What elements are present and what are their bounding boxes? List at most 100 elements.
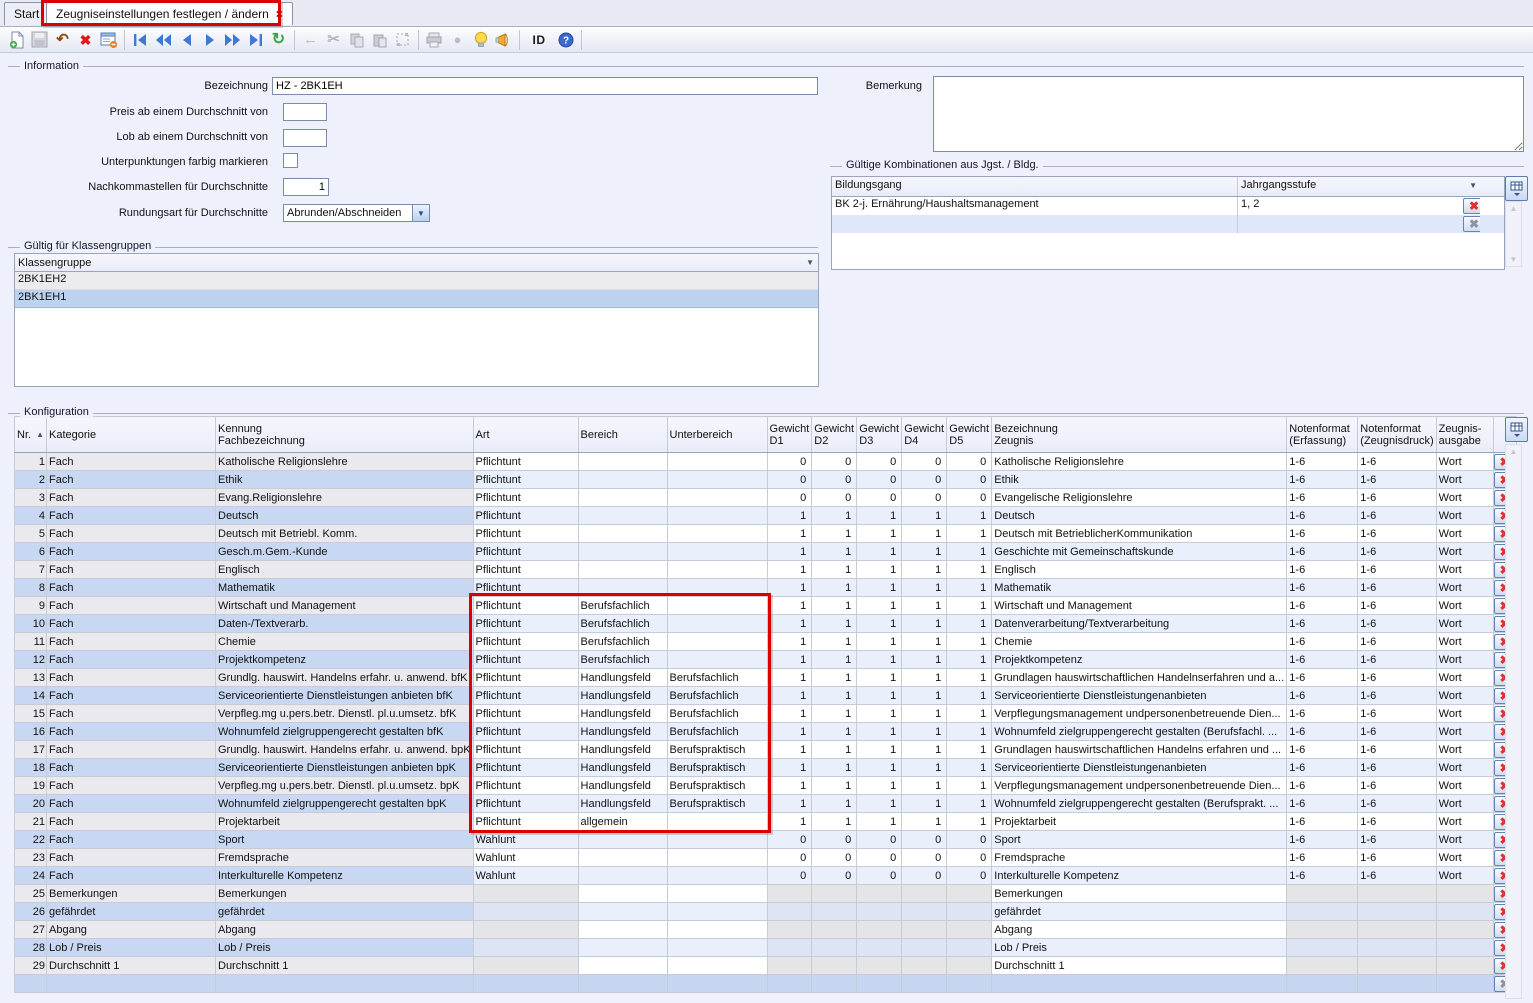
cell-notenformat-erfassung[interactable]: 1-6 [1287,633,1358,651]
cell-gewicht-d3[interactable] [857,903,902,921]
cell-gewicht-d5[interactable]: 1 [947,777,992,795]
cell-notenformat-erfassung[interactable]: 1-6 [1287,669,1358,687]
cell-gewicht-d2[interactable]: 0 [812,489,857,507]
bezeichnung-input[interactable] [272,77,818,95]
cell-unterbereich[interactable] [667,921,767,939]
cell-zeugnis[interactable]: Chemie [992,633,1287,651]
cell-art[interactable]: Pflichtunt [473,597,578,615]
table-row[interactable]: 8FachMathematikPflichtunt11111Mathematik… [15,579,1517,597]
chevron-down-icon[interactable]: ▼ [412,205,429,221]
cell-notenformat-erfassung[interactable]: 1-6 [1287,615,1358,633]
table-row[interactable]: 19FachVerpfleg.mg u.pers.betr. Dienstl. … [15,777,1517,795]
cell-notenformat-zeugnisdruck[interactable]: 1-6 [1358,831,1436,849]
cell-notenformat-zeugnisdruck[interactable]: 1-6 [1358,741,1436,759]
cell-gewicht-d4[interactable]: 1 [902,705,947,723]
cell-unterbereich[interactable] [667,597,767,615]
cell-notenformat-erfassung[interactable]: 1-6 [1287,759,1358,777]
cell-unterbereich[interactable] [667,885,767,903]
cell-notenformat-erfassung[interactable]: 1-6 [1287,453,1358,471]
cell-art[interactable]: Wahlunt [473,849,578,867]
cell-gewicht-d4[interactable]: 0 [902,471,947,489]
cell-gewicht-d5[interactable]: 1 [947,561,992,579]
cell-gewicht-d1[interactable]: 1 [767,543,812,561]
column-header-jahrgangsstufe[interactable]: Jahrgangsstufe [1238,177,1460,196]
table-row[interactable]: 5FachDeutsch mit Betriebl. Komm.Pflichtu… [15,525,1517,543]
cut-button[interactable]: ✂ [322,29,345,51]
cell-gewicht-d5[interactable]: 1 [947,705,992,723]
cell-zeugnisausgabe[interactable]: Wort [1436,867,1493,885]
cell-gewicht-d3[interactable]: 1 [857,615,902,633]
cell-zeugnis[interactable]: Verpflegungsmanagement undpersonenbetreu… [992,777,1287,795]
cell-art[interactable]: Pflichtunt [473,741,578,759]
delete-row-button[interactable]: ✖ [1463,198,1480,214]
lob-input[interactable] [283,129,327,147]
cell-gewicht-d4[interactable]: 0 [902,489,947,507]
cell-gewicht-d3[interactable]: 1 [857,525,902,543]
cell-unterbereich[interactable] [667,975,767,993]
table-row[interactable]: 28Lob / PreisLob / PreisLob / Preis✖ [15,939,1517,957]
cell-bereich[interactable]: Handlungsfeld [578,669,667,687]
cell-bereich[interactable] [578,885,667,903]
cell-gewicht-d1[interactable] [767,957,812,975]
tab-zeugniseinstellungen[interactable]: Zeugniseinstellungen festlegen / ändern … [46,2,293,25]
cell-notenformat-zeugnisdruck[interactable] [1358,957,1436,975]
cell-gewicht-d3[interactable] [857,957,902,975]
save-button[interactable] [28,29,51,51]
table-row[interactable]: 25BemerkungenBemerkungenBemerkungen✖ [15,885,1517,903]
cell-gewicht-d5[interactable]: 0 [947,489,992,507]
preis-input[interactable] [283,103,327,121]
column-header-art[interactable]: Art [473,417,578,453]
cell-zeugnisausgabe[interactable]: Wort [1436,453,1493,471]
cell-notenformat-zeugnisdruck[interactable] [1358,885,1436,903]
cell-bereich[interactable] [578,543,667,561]
cell-notenformat-erfassung[interactable]: 1-6 [1287,507,1358,525]
first-record-button[interactable] [129,29,152,51]
cell-gewicht-d3[interactable]: 1 [857,723,902,741]
cell-unterbereich[interactable]: Berufsfachlich [667,723,767,741]
cell-gewicht-d4[interactable]: 0 [902,849,947,867]
cell-notenformat-erfassung[interactable]: 1-6 [1287,525,1358,543]
cell-art[interactable]: Pflichtunt [473,795,578,813]
cell-notenformat-erfassung[interactable]: 1-6 [1287,741,1358,759]
cell-gewicht-d2[interactable] [812,903,857,921]
copy-button[interactable] [345,29,368,51]
table-row[interactable]: 9FachWirtschaft und ManagementPflichtunt… [15,597,1517,615]
cell-zeugnisausgabe[interactable] [1436,921,1493,939]
cell-zeugnisausgabe[interactable]: Wort [1436,579,1493,597]
column-header-unterbereich[interactable]: Unterbereich [667,417,767,453]
cell-zeugnis[interactable]: Deutsch [992,507,1287,525]
cell-gewicht-d1[interactable]: 1 [767,687,812,705]
column-header-zeugnisausgabe[interactable]: Zeugnis-ausgabe [1436,417,1493,453]
konfiguration-scrollbar[interactable]: ▲ [1505,444,1522,999]
cell-zeugnis[interactable]: Serviceorientierte Dienstleistungenanbie… [992,687,1287,705]
cell-zeugnisausgabe[interactable] [1436,903,1493,921]
cell-notenformat-erfassung[interactable] [1287,885,1358,903]
cell-art[interactable]: Pflichtunt [473,525,578,543]
cell-gewicht-d2[interactable]: 1 [812,813,857,831]
cell-notenformat-zeugnisdruck[interactable]: 1-6 [1358,525,1436,543]
cell-bereich[interactable] [578,471,667,489]
cell-gewicht-d4[interactable]: 1 [902,777,947,795]
cell-zeugnis[interactable]: Projektkompetenz [992,651,1287,669]
cell-gewicht-d2[interactable]: 0 [812,471,857,489]
cell-bereich[interactable]: Handlungsfeld [578,705,667,723]
cell-gewicht-d4[interactable]: 1 [902,561,947,579]
cell-zeugnisausgabe[interactable]: Wort [1436,849,1493,867]
cell-art[interactable]: Pflichtunt [473,543,578,561]
cell-gewicht-d2[interactable]: 0 [812,849,857,867]
cell-kennung[interactable] [216,975,474,993]
cell-gewicht-d4[interactable]: 1 [902,615,947,633]
cell-unterbereich[interactable] [667,849,767,867]
cell-art[interactable]: Wahlunt [473,831,578,849]
cell-art[interactable]: Pflichtunt [473,489,578,507]
cell-unterbereich[interactable]: Berufsfachlich [667,687,767,705]
cell-gewicht-d4[interactable]: 1 [902,579,947,597]
cell-notenformat-zeugnisdruck[interactable]: 1-6 [1358,597,1436,615]
cell-unterbereich[interactable]: Berufspraktisch [667,741,767,759]
table-row[interactable]: 11FachChemiePflichtuntBerufsfachlich1111… [15,633,1517,651]
cell-zeugnisausgabe[interactable]: Wort [1436,561,1493,579]
cell-bereich[interactable] [578,939,667,957]
cell-unterbereich[interactable] [667,615,767,633]
cell-zeugnis[interactable]: Grundlagen hauswirtschaftlichen Handelns… [992,741,1287,759]
cell-gewicht-d2[interactable]: 1 [812,669,857,687]
